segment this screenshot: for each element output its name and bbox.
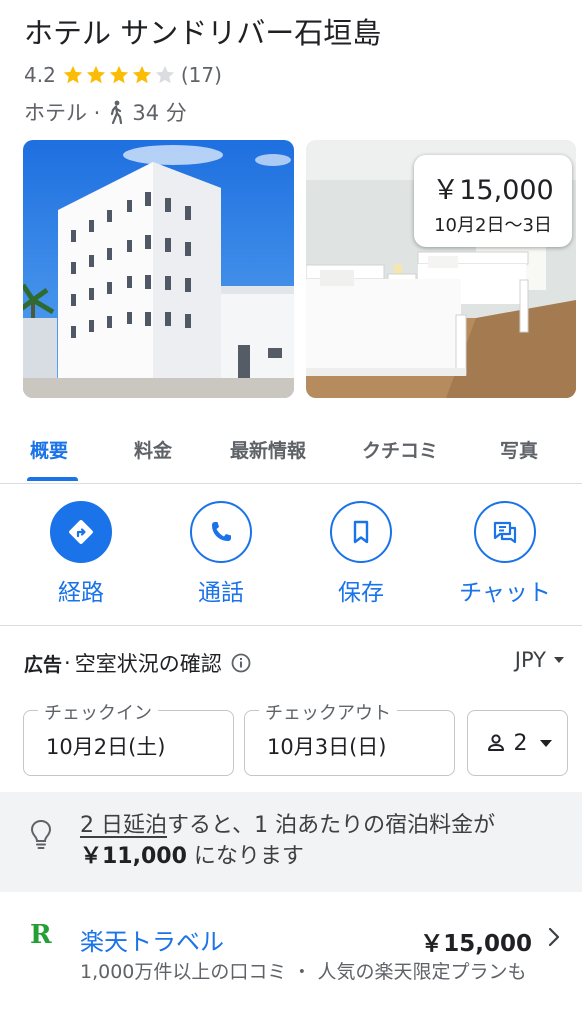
chevron-right-icon[interactable] <box>546 926 562 948</box>
rating-row[interactable]: 4.2 (17) <box>24 60 222 90</box>
currency-selector[interactable]: JPY <box>515 648 564 672</box>
provider-description: 1,000万件以上の口コミ ・ 人気の楽天限定プランも <box>80 961 527 983</box>
guests-selector[interactable]: 2 <box>467 710 568 776</box>
rakuten-logo: R <box>30 920 52 950</box>
save-label: 保存 <box>338 580 384 606</box>
chevron-down-icon <box>554 657 564 663</box>
ad-label: 広告 <box>24 653 63 676</box>
star-rating <box>62 64 177 86</box>
checkin-value: 10月2日(土) <box>46 735 166 759</box>
star-empty-icon <box>155 65 174 84</box>
directions-label: 経路 <box>58 580 104 606</box>
phone-icon <box>212 522 231 541</box>
star-filled-icon <box>109 65 128 84</box>
checkout-field[interactable]: チェックアウト 10月3日(日) <box>244 699 455 776</box>
extend-stay-link[interactable]: 2 日延泊 <box>80 813 167 838</box>
action-buttons: 経路 通話 保存 チャット <box>0 500 582 626</box>
provider-price: ￥15,000 <box>420 931 532 957</box>
hotel-exterior-photo[interactable] <box>23 140 294 398</box>
chat-circle <box>474 501 536 563</box>
provider-listing[interactable]: R 楽天トラベル ￥15,000 1,000万件以上の口コミ ・ 人気の楽天限定… <box>0 906 582 1024</box>
info-icon[interactable] <box>230 652 252 674</box>
star-filled-icon <box>63 65 82 84</box>
call-label: 通話 <box>198 580 244 606</box>
call-button[interactable]: 通話 <box>161 500 281 607</box>
tab-updates[interactable]: 最新情報 <box>230 436 306 463</box>
save-button[interactable]: 保存 <box>301 500 421 607</box>
walk-time: 34 分 <box>132 101 187 125</box>
save-circle <box>330 501 392 563</box>
photo-price: ￥15,000 <box>432 175 554 206</box>
star-filled-icon <box>132 65 151 84</box>
tab-overview[interactable]: 概要 <box>30 436 68 463</box>
review-count: (17) <box>180 63 222 87</box>
guests-count: 2 <box>513 730 528 756</box>
tip-text: 2 日延泊すると、1 泊あたりの宿泊料金が ￥11,000 になります <box>80 810 560 872</box>
checkin-field[interactable]: チェックイン 10月2日(土) <box>23 699 234 776</box>
call-circle <box>190 501 252 563</box>
tip-text-2: になります <box>186 844 304 869</box>
photo-price-dates: 10月2日〜3日 <box>434 215 552 236</box>
tab-bar: 概要 料金 最新情報 クチコミ 写真 <box>0 420 582 484</box>
provider-name[interactable]: 楽天トラベル <box>80 922 224 957</box>
photo-price-card[interactable]: ￥15,000 10月2日〜3日 <box>414 155 572 247</box>
chat-label: チャット <box>459 580 551 606</box>
chat-button[interactable]: チャット <box>445 500 565 607</box>
directions-circle <box>50 501 112 563</box>
rating-value: 4.2 <box>24 63 56 87</box>
tab-photos[interactable]: 写真 <box>500 436 538 463</box>
checkout-label: チェックアウト <box>259 699 397 725</box>
directions-button[interactable]: 経路 <box>21 500 141 607</box>
tip-text-1: すると、1 泊あたりの宿泊料金が <box>167 813 496 838</box>
availability-header: 広告 · 空室状況の確認 <box>24 646 564 680</box>
directions-icon <box>69 520 93 544</box>
active-tab-indicator <box>27 477 78 481</box>
currency-value: JPY <box>514 648 546 672</box>
lightbulb-icon <box>30 819 52 849</box>
person-icon <box>487 734 504 751</box>
chat-icon <box>493 521 517 544</box>
hotel-title: ホテル サンドリバー石垣島 <box>24 16 382 50</box>
tip-price: ￥11,000 <box>80 844 187 869</box>
bookmark-icon <box>353 520 369 544</box>
star-filled-icon <box>86 65 105 84</box>
hotel-category: ホテル · <box>24 101 101 125</box>
tab-prices[interactable]: 料金 <box>134 436 172 463</box>
checkout-value: 10月3日(日) <box>267 735 387 759</box>
tab-reviews[interactable]: クチコミ <box>362 436 438 463</box>
chevron-down-icon <box>539 739 552 747</box>
availability-title: 空室状況の確認 <box>74 652 222 676</box>
walking-icon <box>111 100 123 124</box>
checkin-label: チェックイン <box>38 699 158 725</box>
hotel-subtitle: ホテル · 34 分 <box>24 96 187 128</box>
separator: · <box>64 651 71 675</box>
extend-stay-tip: 2 日延泊すると、1 泊あたりの宿泊料金が ￥11,000 になります <box>0 792 582 892</box>
